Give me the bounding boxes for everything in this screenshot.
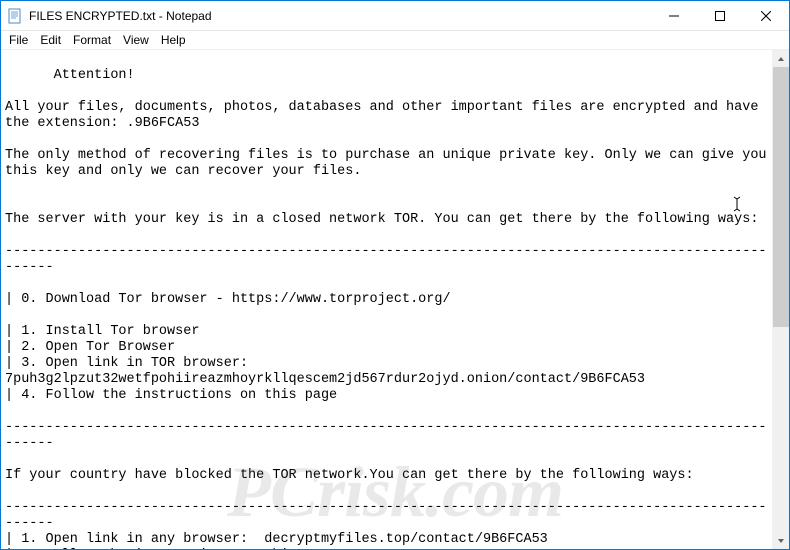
menu-view[interactable]: View: [117, 32, 155, 48]
menu-help[interactable]: Help: [155, 32, 192, 48]
scroll-track[interactable]: [773, 67, 789, 532]
window-controls: [651, 1, 789, 30]
title-bar: FILES ENCRYPTED.txt - Notepad: [1, 1, 789, 31]
title-left: FILES ENCRYPTED.txt - Notepad: [1, 8, 651, 24]
menu-bar: File Edit Format View Help: [1, 31, 789, 50]
window-title: FILES ENCRYPTED.txt - Notepad: [29, 9, 212, 23]
scroll-up-button[interactable]: [773, 50, 789, 67]
notepad-icon: [7, 8, 23, 24]
text-cursor-icon: [732, 164, 742, 180]
minimize-button[interactable]: [651, 1, 697, 30]
notepad-window: FILES ENCRYPTED.txt - Notepad File Edit …: [0, 0, 790, 550]
document-text: Attention! All your files, documents, ph…: [5, 68, 772, 549]
text-editor[interactable]: Attention! All your files, documents, ph…: [1, 50, 772, 549]
maximize-button[interactable]: [697, 1, 743, 30]
content-area: Attention! All your files, documents, ph…: [1, 50, 789, 549]
vertical-scrollbar[interactable]: [772, 50, 789, 549]
menu-file[interactable]: File: [3, 32, 34, 48]
scroll-down-button[interactable]: [773, 532, 789, 549]
close-button[interactable]: [743, 1, 789, 30]
scroll-thumb[interactable]: [773, 67, 789, 327]
menu-edit[interactable]: Edit: [34, 32, 67, 48]
menu-format[interactable]: Format: [67, 32, 117, 48]
